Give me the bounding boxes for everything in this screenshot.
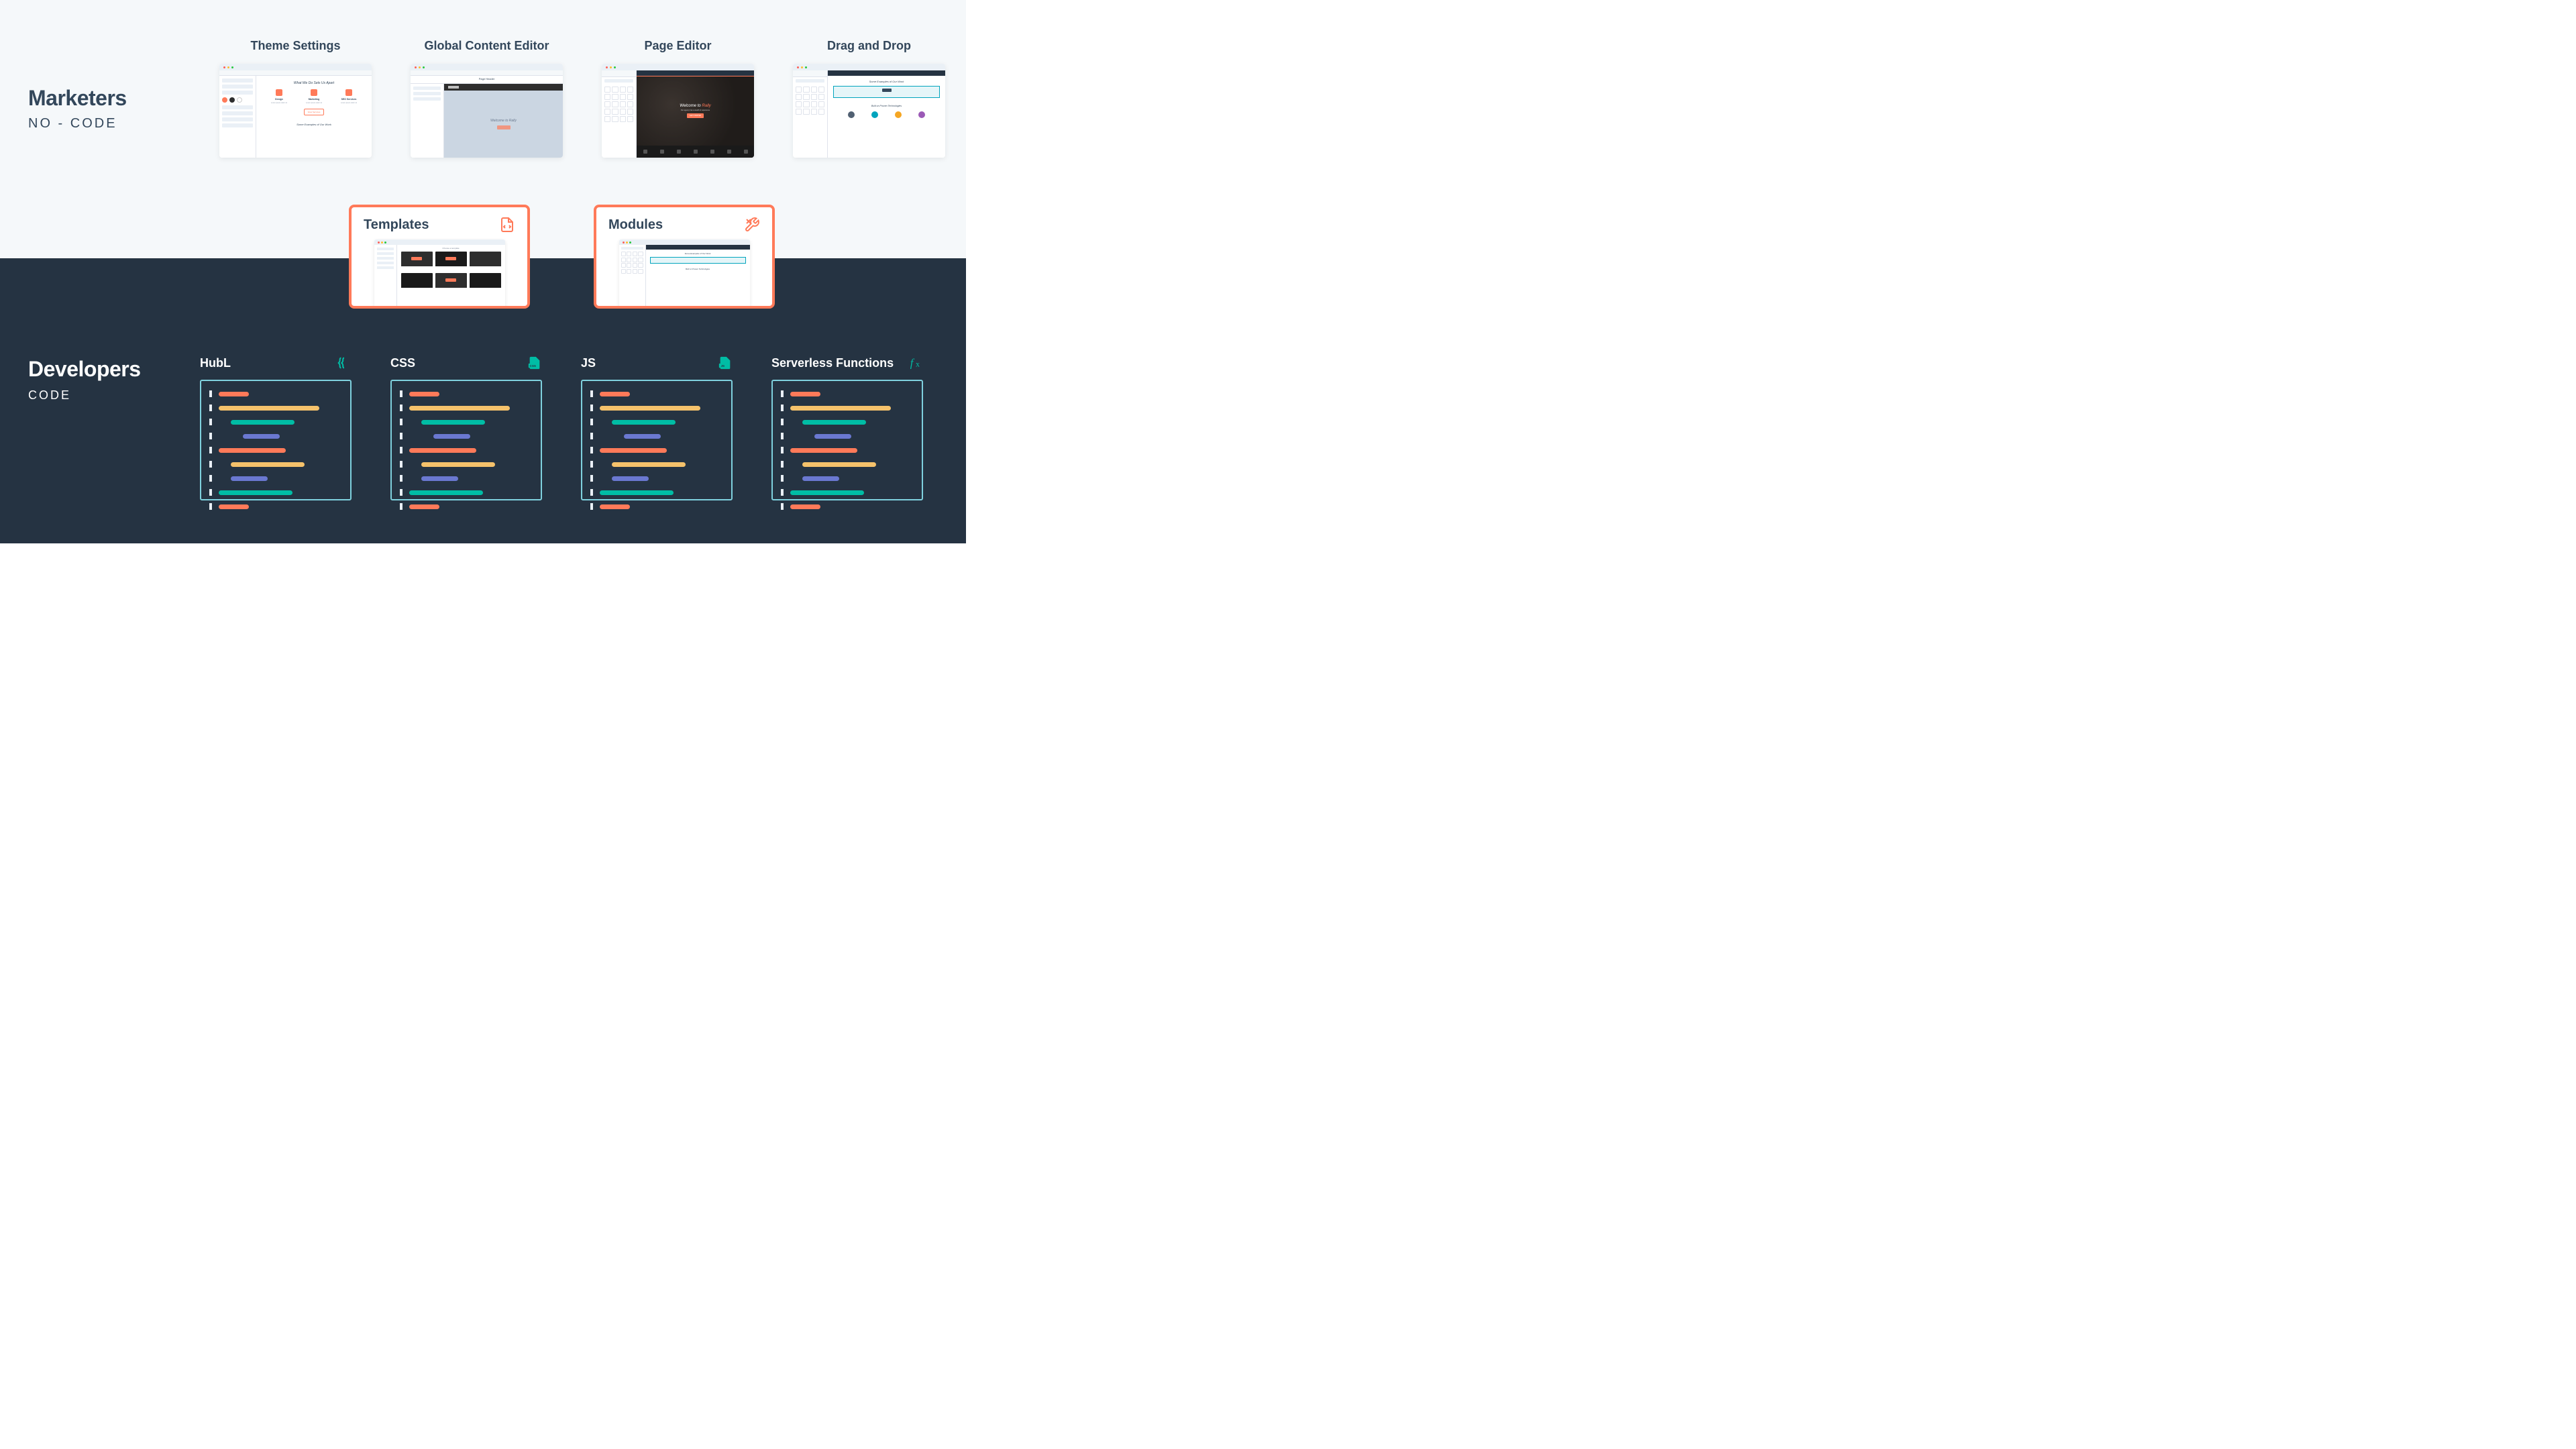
code-line	[590, 447, 723, 453]
code-line	[590, 489, 723, 496]
ts-hero-title: What We Do Sets Us Apart	[264, 81, 364, 85]
drag-drop-tool: Drag and Drop Some Examples of Our Work …	[773, 39, 965, 158]
modules-label: Modules	[608, 217, 663, 233]
browser-chrome	[219, 64, 372, 70]
code-line	[209, 419, 342, 425]
code-line	[590, 503, 723, 510]
code-line	[781, 390, 914, 397]
code-line	[590, 419, 723, 425]
browser-chrome	[793, 64, 945, 70]
svg-text:f: f	[910, 357, 915, 370]
global-content-label: Global Content Editor	[391, 39, 582, 53]
code-line	[209, 433, 342, 439]
theme-settings-label: Theme Settings	[200, 39, 391, 53]
developers-title: Developers	[28, 357, 141, 382]
css-label: CSS	[390, 356, 415, 370]
developers-subtitle: CODE	[28, 388, 141, 402]
code-line	[400, 433, 533, 439]
code-line	[209, 503, 342, 510]
marketers-subtitle: NO - CODE	[28, 116, 127, 131]
code-line	[209, 390, 342, 397]
marketers-title: Marketers	[28, 86, 127, 111]
serverless-label: Serverless Functions	[771, 356, 894, 370]
page-editor-tool: Page Editor Welcome to Rally Our agency …	[582, 39, 773, 158]
templates-thumbnail: Choose a template	[374, 239, 505, 307]
code-line	[781, 461, 914, 468]
global-content-thumbnail: Page Header Welcome to Rally	[411, 64, 563, 158]
modules-card: Modules Some Examples of Our Work Built …	[594, 205, 775, 309]
page-editor-label: Page Editor	[582, 39, 773, 53]
code-line	[400, 461, 533, 468]
code-line	[781, 419, 914, 425]
theme-settings-thumbnail: What We Do Sets Us Apart DesignLorem ips…	[219, 64, 372, 158]
code-line	[781, 503, 914, 510]
code-line	[209, 461, 342, 468]
serverless-code-box	[771, 380, 923, 500]
code-line	[400, 475, 533, 482]
code-line	[590, 405, 723, 411]
marketers-heading: Marketers NO - CODE	[28, 86, 127, 131]
browser-chrome	[602, 64, 754, 70]
serverless-tool: Serverless Functions fx	[771, 354, 923, 500]
css-tool: CSS CSS	[390, 354, 542, 500]
js-tool: JS JS	[581, 354, 733, 500]
code-line	[209, 447, 342, 453]
svg-text:x: x	[916, 360, 920, 369]
code-line	[209, 475, 342, 482]
code-line	[209, 489, 342, 496]
code-line	[400, 390, 533, 397]
drag-drop-thumbnail: Some Examples of Our Work Built on Prove…	[793, 64, 945, 158]
code-line	[781, 489, 914, 496]
theme-settings-tool: Theme Settings What We Do Sets Us Apart …	[200, 39, 391, 158]
hubl-tool: HubL	[200, 354, 352, 500]
code-line	[781, 475, 914, 482]
code-line	[590, 390, 723, 397]
code-line	[400, 503, 533, 510]
marketer-tools-row: Theme Settings What We Do Sets Us Apart …	[200, 39, 965, 158]
drop-zone	[833, 86, 940, 98]
svg-text:CSS: CSS	[530, 364, 536, 368]
js-code-box	[581, 380, 733, 500]
js-label: JS	[581, 356, 596, 370]
code-line	[400, 419, 533, 425]
code-line	[781, 433, 914, 439]
browser-chrome	[411, 64, 563, 70]
hubl-label: HubL	[200, 356, 231, 370]
code-line	[400, 447, 533, 453]
css-file-icon: CSS	[527, 356, 542, 370]
css-code-box	[390, 380, 542, 500]
code-line	[590, 461, 723, 468]
drag-drop-label: Drag and Drop	[773, 39, 965, 53]
code-line	[590, 475, 723, 482]
fx-function-icon: fx	[908, 356, 923, 370]
double-brace-icon	[337, 356, 352, 370]
templates-label: Templates	[364, 217, 429, 233]
templates-card: Templates Choose a template	[349, 205, 530, 309]
modules-thumbnail: Some Examples of Our Work Built on Prove…	[619, 239, 750, 307]
js-file-icon: JS	[718, 356, 733, 370]
code-line	[400, 405, 533, 411]
developers-heading: Developers CODE	[28, 357, 141, 402]
code-line	[209, 405, 342, 411]
code-line	[590, 433, 723, 439]
tools-icon	[744, 217, 760, 233]
hubl-code-box	[200, 380, 352, 500]
code-line	[400, 489, 533, 496]
svg-text:JS: JS	[721, 364, 725, 368]
bridge-row: Templates Choose a template	[349, 205, 775, 309]
developer-tools-row: HubL CSS CSS JS JS Serverless Functions …	[200, 354, 923, 500]
templates-icon	[499, 217, 515, 233]
global-content-tool: Global Content Editor Page Header Welcom…	[391, 39, 582, 158]
code-line	[781, 405, 914, 411]
code-line	[781, 447, 914, 453]
page-editor-thumbnail: Welcome to Rally Our agency has a wealth…	[602, 64, 754, 158]
